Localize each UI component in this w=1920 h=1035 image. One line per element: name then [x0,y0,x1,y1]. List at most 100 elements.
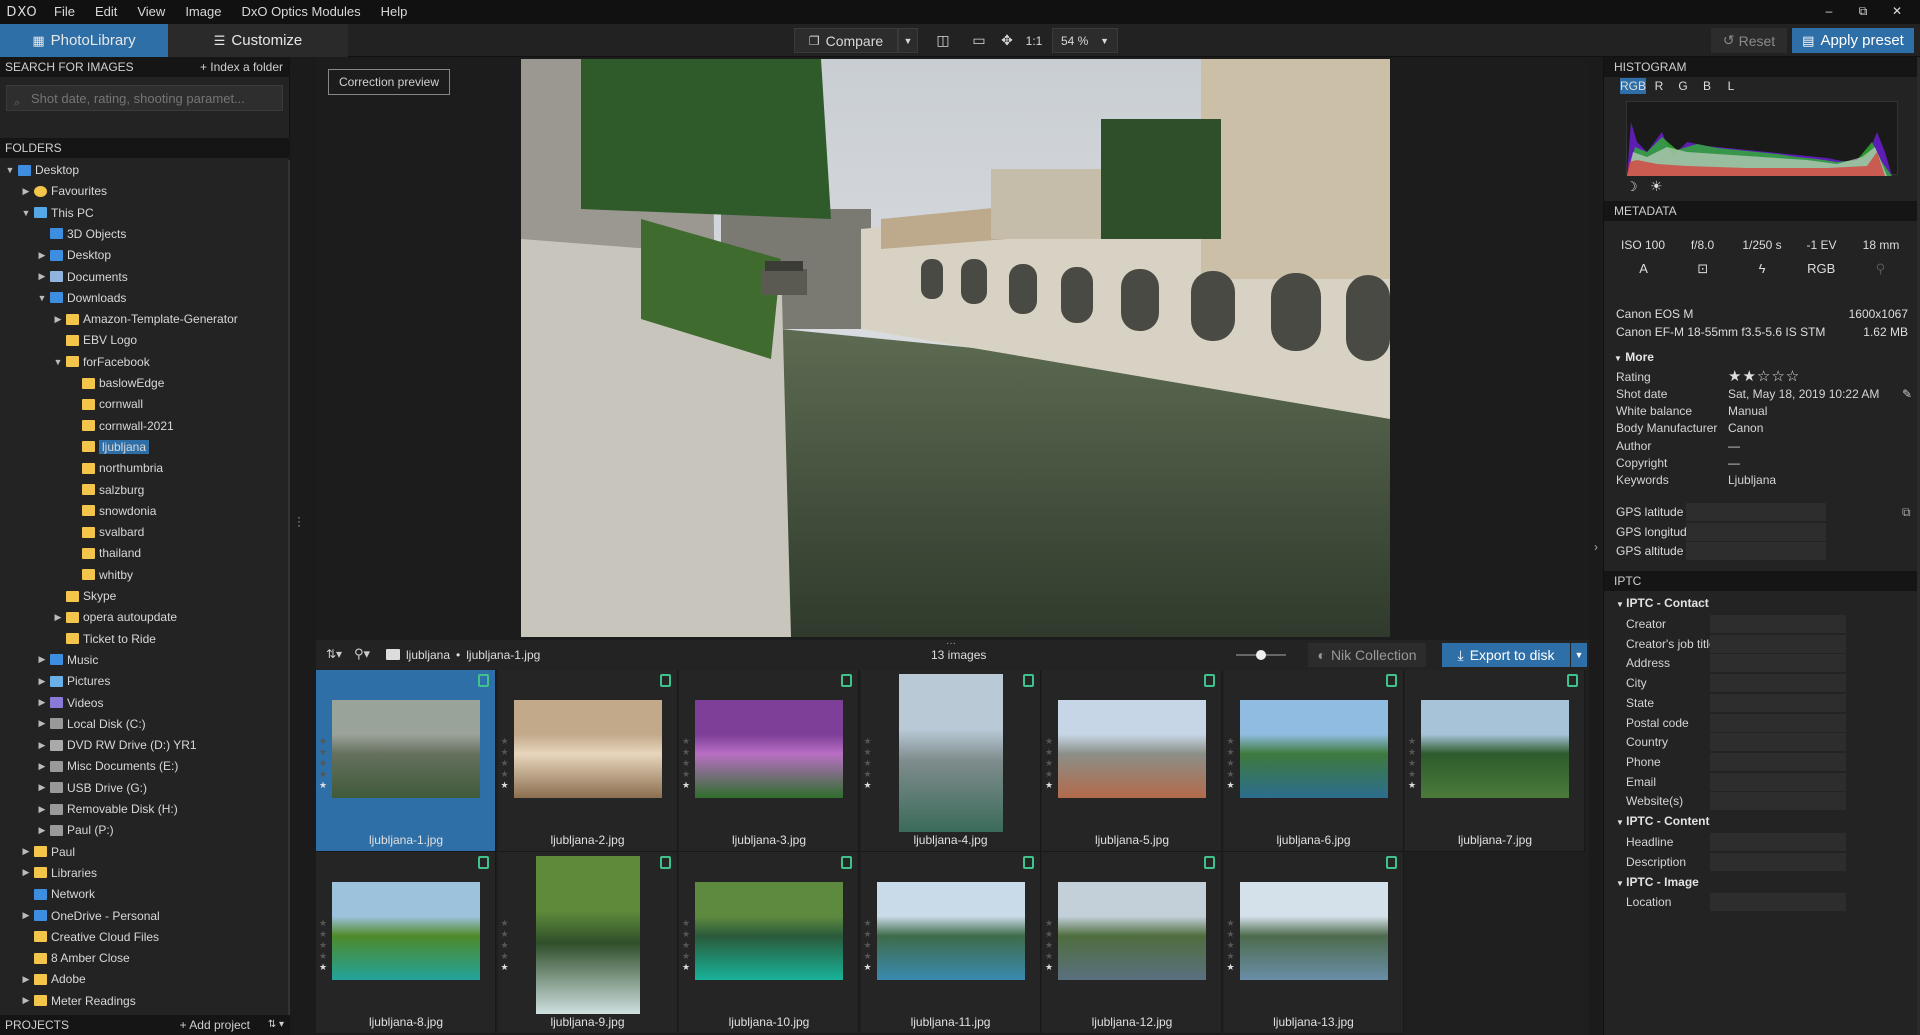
thumbnail[interactable]: ★ ★ ★ ★ ★ ljubljana-11.jpg [860,852,1041,1034]
chevron-right-icon[interactable]: ▶ [36,271,48,282]
chevron-right-icon[interactable]: ▶ [36,761,48,772]
folder-item[interactable]: ▶ USB Drive (G:) [36,778,147,798]
folder-item[interactable]: ▶ Documents [36,267,128,287]
chevron-right-icon[interactable]: ▶ [36,718,48,729]
gps-field[interactable] [1686,503,1826,521]
folder-item[interactable]: ▼ Downloads [36,288,127,308]
tab-photolibrary[interactable]: ▦ PhotoLibrary [0,24,168,57]
fit-screen-icon[interactable]: ▭ [964,28,994,53]
edit-date-icon[interactable]: ✎ [1902,387,1912,401]
metadata-value[interactable]: Sat, May 18, 2019 10:22 AM [1728,387,1879,405]
folder-item[interactable]: 3D Objects [36,224,126,244]
zoom-select[interactable]: 54 % ▼ [1052,28,1118,53]
iptc-field-input[interactable] [1710,615,1846,633]
sort-icon[interactable]: ⇅▾ [326,647,342,661]
iptc-field-input[interactable] [1710,634,1846,653]
chevron-right-icon[interactable]: ▶ [20,867,32,878]
iptc-field-input[interactable] [1710,713,1846,732]
iptc-field-input[interactable] [1710,674,1846,693]
chevron-down-icon[interactable]: ▼ [20,208,32,218]
folder-item[interactable]: salzburg [68,480,144,500]
thumbnail[interactable]: ★ ★ ★ ★ ★ ljubljana-13.jpg [1223,852,1404,1034]
filmstrip-resize-handle[interactable]: ··· [946,638,956,649]
rating-stars-icon[interactable]: ★ ★ ★ ★ ★ [864,736,873,791]
apply-preset-button[interactable]: ▤ Apply preset [1792,28,1914,53]
slider-knob[interactable] [1256,650,1266,660]
menu-item-help[interactable]: Help [371,0,418,24]
folder-item[interactable]: ▶ Pictures [36,671,111,691]
zoom-1-1-button[interactable]: 1:1 [1020,28,1048,53]
chevron-right-icon[interactable]: ▶ [36,250,48,261]
thumbnail[interactable]: ★ ★ ★ ★ ★ ljubljana-1.jpg [316,670,496,852]
iptc-image-toggle[interactable]: ▼ IPTC - Image [1616,875,1699,889]
rating-stars-icon[interactable]: ★ ★ ★ ★ ★ [501,918,510,973]
restore-button[interactable]: ⧉ [1846,0,1880,22]
folder-item[interactable]: ▶ Favourites [20,181,108,201]
search-input[interactable] [6,85,283,111]
folder-item[interactable]: ▶ Paul [20,842,76,862]
iptc-content-toggle[interactable]: ▼ IPTC - Content [1616,814,1709,828]
folder-item[interactable]: ▼ Desktop [4,160,80,180]
chevron-right-icon[interactable]: ▶ [36,654,48,665]
thumbnail[interactable]: ★ ★ ★ ★ ★ ljubljana-12.jpg [1042,852,1222,1034]
folder-item[interactable]: cornwall-2021 [68,416,174,436]
folder-item[interactable]: ▶ Desktop [36,245,112,265]
thumbnail[interactable]: ★ ★ ★ ★ ★ ljubljana-10.jpg [679,852,859,1034]
add-project-link[interactable]: + Add project [180,1015,250,1035]
hist-channel-b[interactable]: B [1698,78,1716,94]
menu-item-edit[interactable]: Edit [85,0,127,24]
folder-scrollbar[interactable] [288,160,290,1015]
folder-item[interactable]: ▼ forFacebook [52,352,150,372]
iptc-field-input[interactable] [1710,792,1846,811]
rating-stars-icon[interactable]: ★ ★ ★ ★ ★ [1045,918,1054,973]
metadata-value[interactable]: Ljubljana [1728,473,1776,491]
rating-stars[interactable]: ★★☆☆☆ [1728,367,1800,388]
folder-item[interactable]: baslowEdge [68,373,164,393]
folder-item[interactable]: ▶ Adobe [20,969,86,989]
rating-stars-icon[interactable]: ★ ★ ★ ★ ★ [319,918,328,973]
folder-item[interactable]: svalbard [68,522,144,542]
folder-item[interactable]: ▼ This PC [20,203,94,223]
chevron-right-icon[interactable]: ▶ [20,186,32,197]
iptc-contact-toggle[interactable]: ▼ IPTC - Contact [1616,596,1709,610]
thumbnail[interactable]: ★ ★ ★ ★ ★ ljubljana-5.jpg [1042,670,1222,852]
iptc-field-input[interactable] [1710,693,1846,712]
chevron-right-icon[interactable]: ▶ [20,974,32,985]
iptc-field-input[interactable] [1710,772,1846,791]
rating-stars-icon[interactable]: ★ ★ ★ ★ ★ [682,736,691,791]
rating-stars-icon[interactable]: ★ ★ ★ ★ ★ [1408,736,1417,791]
thumbnail[interactable]: ★ ★ ★ ★ ★ ljubljana-8.jpg [316,852,496,1034]
gps-field[interactable] [1686,522,1826,541]
folder-item[interactable]: ▶ Amazon-Template-Generator [52,309,238,329]
iptc-field-input[interactable] [1710,893,1846,911]
folder-item[interactable]: ▶ OneDrive - Personal [20,906,160,926]
more-section-toggle[interactable]: ▼ More [1614,350,1654,364]
gps-field[interactable] [1686,542,1826,561]
folder-item[interactable]: thailand [68,543,141,563]
export-dropdown[interactable]: ▼ [1571,643,1587,667]
menu-item-image[interactable]: Image [175,0,231,24]
chevron-right-icon[interactable]: ▶ [20,846,32,857]
export-to-disk-button[interactable]: ⤓ Export to disk [1442,643,1570,667]
compare-button[interactable]: ❐ Compare [794,28,898,53]
chevron-right-icon[interactable]: ▶ [20,995,32,1006]
rating-stars-icon[interactable]: ★ ★ ★ ★ ★ [682,918,691,973]
thumbnail[interactable]: ★ ★ ★ ★ ★ ljubljana-3.jpg [679,670,859,852]
metadata-value[interactable]: Canon [1728,421,1763,439]
chevron-down-icon[interactable]: ▼ [4,165,16,175]
sort-icon[interactable]: ⇅ ▾ [268,1015,284,1035]
folder-item[interactable]: whitby [68,565,133,585]
tab-customize[interactable]: ☰ Customize [168,24,348,57]
correction-preview-button[interactable]: Correction preview [328,69,450,95]
thumbnail[interactable]: ★ ★ ★ ★ ★ ljubljana-2.jpg [497,670,678,852]
folder-item[interactable]: Ticket to Ride [52,629,156,649]
folder-item[interactable]: Creative Cloud Files [20,927,159,947]
iptc-field-input[interactable] [1710,852,1846,871]
menu-item-dxo-optics-modules[interactable]: DxO Optics Modules [231,0,370,24]
chevron-right-icon[interactable]: ▶ [36,676,48,687]
menu-item-view[interactable]: View [127,0,175,24]
close-button[interactable]: ✕ [1880,0,1914,22]
folder-item[interactable]: cornwall [68,394,143,414]
thumbnail[interactable]: ★ ★ ★ ★ ★ ljubljana-6.jpg [1223,670,1404,852]
thumbnail[interactable]: ★ ★ ★ ★ ★ ljubljana-4.jpg [860,670,1041,852]
